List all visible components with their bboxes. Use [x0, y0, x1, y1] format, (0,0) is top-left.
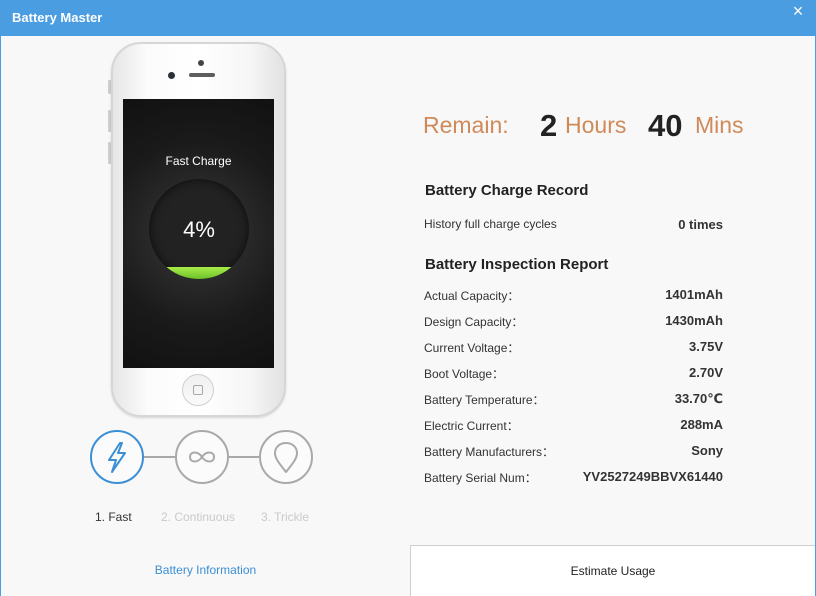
battery-manufacturer-value: Sony: [691, 443, 723, 458]
home-button-square: [193, 385, 203, 395]
window-border-left: [0, 36, 1, 596]
remain-hours-unit: Hours: [565, 112, 627, 138]
current-voltage-value: 3.75V: [689, 339, 723, 354]
actual-capacity-label: Actual Capacity：: [424, 289, 520, 303]
remain-hours-value: 2: [540, 108, 558, 143]
infinity-icon: [188, 451, 216, 463]
serial-number-label: Battery Serial Num：: [424, 471, 537, 485]
battery-gauge-fill: [149, 267, 249, 279]
app-title: Battery Master: [12, 10, 103, 25]
close-button[interactable]: ×: [788, 2, 808, 22]
charge-record-title: Battery Charge Record: [425, 182, 589, 199]
inspection-report-title: Battery Inspection Report: [425, 256, 609, 273]
title-bar: Battery Master ×: [0, 0, 816, 36]
current-voltage-label: Current Voltage：: [424, 341, 520, 355]
phone-speaker: [189, 73, 215, 77]
design-capacity-value: 1430mAh: [665, 313, 723, 328]
battery-temperature-value: 33.70℃: [674, 391, 723, 406]
mode-fast-label[interactable]: 1. Fast: [95, 510, 132, 524]
electric-current-label: Electric Current：: [424, 419, 519, 433]
boot-voltage-value: 2.70V: [689, 365, 723, 380]
phone-sensor: [198, 60, 204, 66]
remain-mins-unit: Mins: [695, 112, 744, 138]
mode-trickle-button[interactable]: [259, 430, 313, 484]
battery-temperature-label: Battery Temperature：: [424, 393, 545, 407]
remain-label: Remain:: [423, 112, 509, 138]
phone-screen: Fast Charge 4%: [123, 99, 274, 368]
charge-mode-label: Fast Charge: [165, 154, 232, 168]
phone-home-button: [182, 374, 214, 406]
actual-capacity-value: 1401mAh: [665, 287, 723, 302]
remain-mins-value: 40: [648, 108, 683, 143]
design-capacity-label: Design Capacity：: [424, 315, 524, 329]
charge-cycles-value: 0 times: [678, 217, 723, 232]
charge-cycles-label: History full charge cycles: [424, 217, 557, 231]
tab-battery-information[interactable]: Battery Information: [1, 545, 410, 596]
electric-current-value: 288mA: [680, 417, 723, 432]
lightning-icon: [108, 442, 126, 473]
mode-trickle-label[interactable]: 3. Trickle: [261, 510, 309, 524]
phone-illustration: Fast Charge 4%: [111, 42, 286, 417]
leaf-icon: [274, 442, 298, 473]
battery-gauge: 4%: [149, 179, 249, 279]
battery-manufacturer-label: Battery Manufacturers：: [424, 445, 555, 459]
tab-estimate-usage[interactable]: Estimate Usage: [410, 545, 815, 596]
mode-connector-line: [144, 456, 175, 458]
mode-continuous-label[interactable]: 2. Continuous: [161, 510, 235, 524]
phone-camera-icon: [168, 72, 175, 79]
boot-voltage-label: Boot Voltage：: [424, 367, 505, 381]
mode-connector-line: [229, 456, 260, 458]
serial-number-value: YV2527249BBVX61440: [582, 469, 723, 484]
battery-percent: 4%: [183, 217, 215, 242]
mode-continuous-button[interactable]: [175, 430, 229, 484]
mode-fast-button[interactable]: [90, 430, 144, 484]
